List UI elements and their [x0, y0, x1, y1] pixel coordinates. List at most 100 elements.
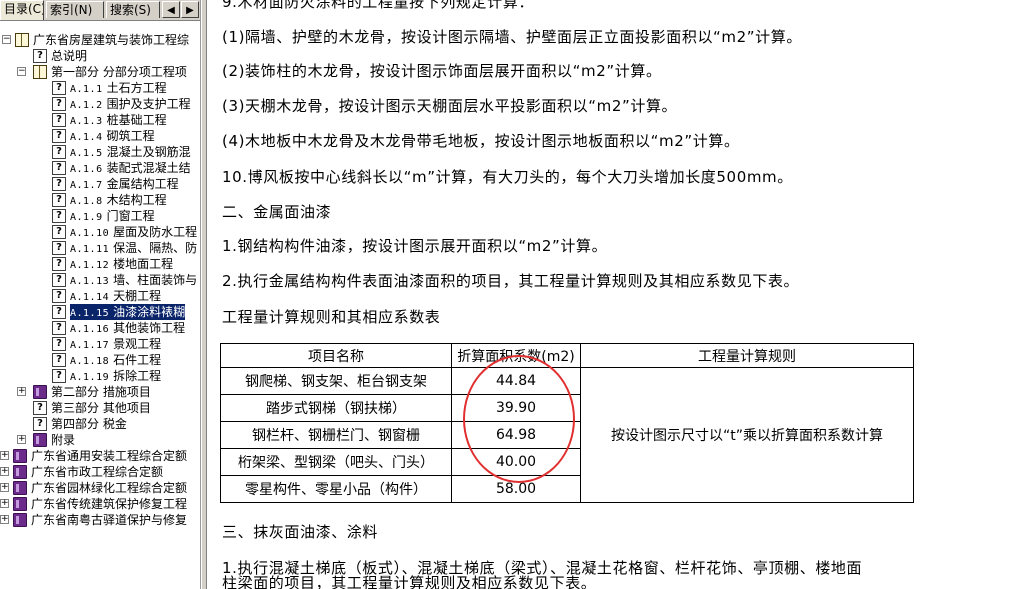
- item-code: A.1.4: [70, 132, 103, 143]
- tree-node-book[interactable]: + 广东省南粤古驿道保护与修复: [0, 512, 200, 528]
- tree-item-label: A.1.2 围护及支护工程: [70, 96, 191, 112]
- help-page-icon: ?: [52, 241, 66, 255]
- tree-item[interactable]: ? A.1.9 门窗工程: [0, 208, 200, 224]
- paragraph: (3)天棚木龙骨，按设计图示天棚面层水平投影面积以“m2”计算。: [222, 97, 678, 115]
- tree-item[interactable]: ? A.1.15 油漆涂料裱糊: [0, 304, 200, 320]
- tree-item[interactable]: ? A.1.16 其他装饰工程: [0, 320, 200, 336]
- tree-node-part3[interactable]: ? 第三部分 其他项目: [0, 400, 200, 416]
- help-page-icon: ?: [52, 337, 66, 351]
- open-book-icon: [15, 33, 29, 47]
- help-page-icon: ?: [52, 209, 66, 223]
- column-header: 折算面积系数(m2): [451, 343, 581, 368]
- tab-scroll-left-icon[interactable]: ◀: [162, 1, 180, 18]
- tree-node-label: 广东省园林绿化工程综合定额: [31, 481, 188, 495]
- book-icon: [13, 497, 27, 511]
- tree-node-book[interactable]: + 广东省传统建筑保护修复工程: [0, 496, 200, 512]
- help-page-icon: ?: [52, 145, 66, 159]
- tree-node-part1[interactable]: − 第一部分 分部分项工程项: [0, 64, 200, 80]
- coefficient-table: 项目名称 折算面积系数(m2) 工程量计算规则 钢爬梯、钢支架、柜台钢支架 44…: [220, 343, 914, 503]
- open-book-icon: [33, 65, 47, 79]
- paragraph: 9.木材面防火涂料的工程量按下列规定计算：: [222, 0, 534, 11]
- tab-bar: 目录(C) 索引(N) 搜索(S) ◀ ▶: [0, 0, 200, 21]
- tree-item[interactable]: ? A.1.5 混凝土及钢筋混: [0, 144, 200, 160]
- item-code: A.1.14: [70, 292, 110, 303]
- expand-icon[interactable]: +: [0, 499, 9, 508]
- coefficient-table-wrapper: 项目名称 折算面积系数(m2) 工程量计算规则 钢爬梯、钢支架、柜台钢支架 44…: [220, 343, 914, 503]
- tab-scroll-right-icon[interactable]: ▶: [181, 1, 199, 18]
- item-code: A.1.12: [70, 260, 110, 271]
- tab-index[interactable]: 索引(N): [46, 1, 104, 18]
- help-page-icon: ?: [52, 321, 66, 335]
- tree-item[interactable]: ? A.1.11 保温、隔热、防: [0, 240, 200, 256]
- expand-icon[interactable]: +: [0, 483, 9, 492]
- item-title: 金属结构工程: [106, 177, 179, 191]
- item-code: A.1.15: [70, 308, 110, 319]
- item-code: A.1.1: [70, 84, 103, 95]
- expand-icon[interactable]: +: [17, 387, 26, 396]
- book-icon: [33, 433, 47, 447]
- column-header: 工程量计算规则: [580, 343, 914, 368]
- help-page-icon: ?: [52, 161, 66, 175]
- help-page-icon: ?: [52, 81, 66, 95]
- tree-item-label: A.1.6 装配式混凝土结: [70, 160, 191, 176]
- book-icon: [13, 513, 27, 527]
- tree-node-label: 广东省市政工程综合定额: [31, 465, 164, 479]
- item-title: 其他装饰工程: [113, 321, 186, 335]
- paragraph: 2.执行金属结构构件表面油漆面积的项目，其工程量计算规则及其相应系数见下表。: [222, 272, 800, 290]
- expand-icon[interactable]: +: [17, 435, 26, 444]
- tree-item[interactable]: ? A.1.14 天棚工程: [0, 288, 200, 304]
- tab-search[interactable]: 搜索(S): [106, 1, 160, 18]
- navigation-pane: 目录(C) 索引(N) 搜索(S) ◀ ▶ − 广东省房屋建筑与装饰工程综 ? …: [0, 0, 201, 589]
- help-page-icon: ?: [52, 305, 66, 319]
- tree-item-label: A.1.7 金属结构工程: [70, 176, 179, 192]
- tab-contents[interactable]: 目录(C): [0, 0, 44, 20]
- expand-icon[interactable]: +: [0, 451, 9, 460]
- tree-item[interactable]: ? A.1.3 桩基础工程: [0, 112, 200, 128]
- item-name-cell: 桁架梁、型钢梁（吧头、门头）: [220, 448, 452, 476]
- table-title: 工程量计算规则和其相应系数表: [222, 308, 441, 326]
- tree-node-label: 广东省传统建筑保护修复工程: [31, 497, 188, 511]
- tree-node-book[interactable]: + 广东省通用安装工程综合定额: [0, 448, 200, 464]
- pane-splitter[interactable]: [201, 0, 207, 589]
- tree-item[interactable]: ? A.1.19 拆除工程: [0, 368, 200, 384]
- tree-node-general[interactable]: ? 总说明: [0, 48, 200, 64]
- tree-item-label: A.1.12 楼地面工程: [70, 256, 173, 272]
- expand-icon[interactable]: +: [0, 515, 9, 524]
- tree-item[interactable]: ? A.1.7 金属结构工程: [0, 176, 200, 192]
- tree-item[interactable]: ? A.1.13 墙、柱面装饰与: [0, 272, 200, 288]
- tree-item[interactable]: ? A.1.2 围护及支护工程: [0, 96, 200, 112]
- tree-item[interactable]: ? A.1.4 砌筑工程: [0, 128, 200, 144]
- tree-item-label: A.1.15 油漆涂料裱糊: [70, 304, 186, 320]
- item-code: A.1.3: [70, 116, 103, 127]
- tree-node-book[interactable]: + 广东省市政工程综合定额: [0, 464, 200, 480]
- tree-node-part4[interactable]: ? 第四部分 税金: [0, 416, 200, 432]
- item-title: 保温、隔热、防: [113, 241, 198, 255]
- item-name-cell: 钢爬梯、钢支架、柜台钢支架: [220, 367, 452, 395]
- section-heading: 二、金属面油漆: [222, 203, 332, 221]
- tree-item[interactable]: ? A.1.12 楼地面工程: [0, 256, 200, 272]
- item-code: A.1.10: [70, 228, 110, 239]
- expand-icon[interactable]: +: [0, 467, 9, 476]
- tree-item[interactable]: ? A.1.17 景观工程: [0, 336, 200, 352]
- item-code: A.1.7: [70, 180, 103, 191]
- tree-node-root[interactable]: − 广东省房屋建筑与装饰工程综: [0, 32, 200, 48]
- tree-node-book[interactable]: + 广东省园林绿化工程综合定额: [0, 480, 200, 496]
- tree-item[interactable]: ? A.1.6 装配式混凝土结: [0, 160, 200, 176]
- collapse-icon[interactable]: −: [17, 67, 26, 76]
- tree-item[interactable]: ? A.1.10 屋面及防水工程: [0, 224, 200, 240]
- help-page-icon: ?: [52, 353, 66, 367]
- tree-item-label: A.1.3 桩基础工程: [70, 112, 167, 128]
- tree-item[interactable]: ? A.1.8 木结构工程: [0, 192, 200, 208]
- item-code: A.1.8: [70, 196, 103, 207]
- tree-node-part2[interactable]: + 第二部分 措施项目: [0, 384, 200, 400]
- table-header-row: 项目名称 折算面积系数(m2) 工程量计算规则: [220, 343, 914, 368]
- tree-item[interactable]: ? A.1.1 土石方工程: [0, 80, 200, 96]
- tree-node-appendix[interactable]: + 附录: [0, 432, 200, 448]
- tree-item[interactable]: ? A.1.18 石件工程: [0, 352, 200, 368]
- item-title: 门窗工程: [106, 209, 155, 223]
- item-title: 土石方工程: [106, 81, 167, 95]
- item-title: 拆除工程: [113, 369, 162, 383]
- item-name-cell: 踏步式钢梯（钢扶梯）: [220, 394, 452, 422]
- collapse-icon[interactable]: −: [2, 35, 11, 44]
- coefficient-cell: 39.90: [451, 394, 581, 422]
